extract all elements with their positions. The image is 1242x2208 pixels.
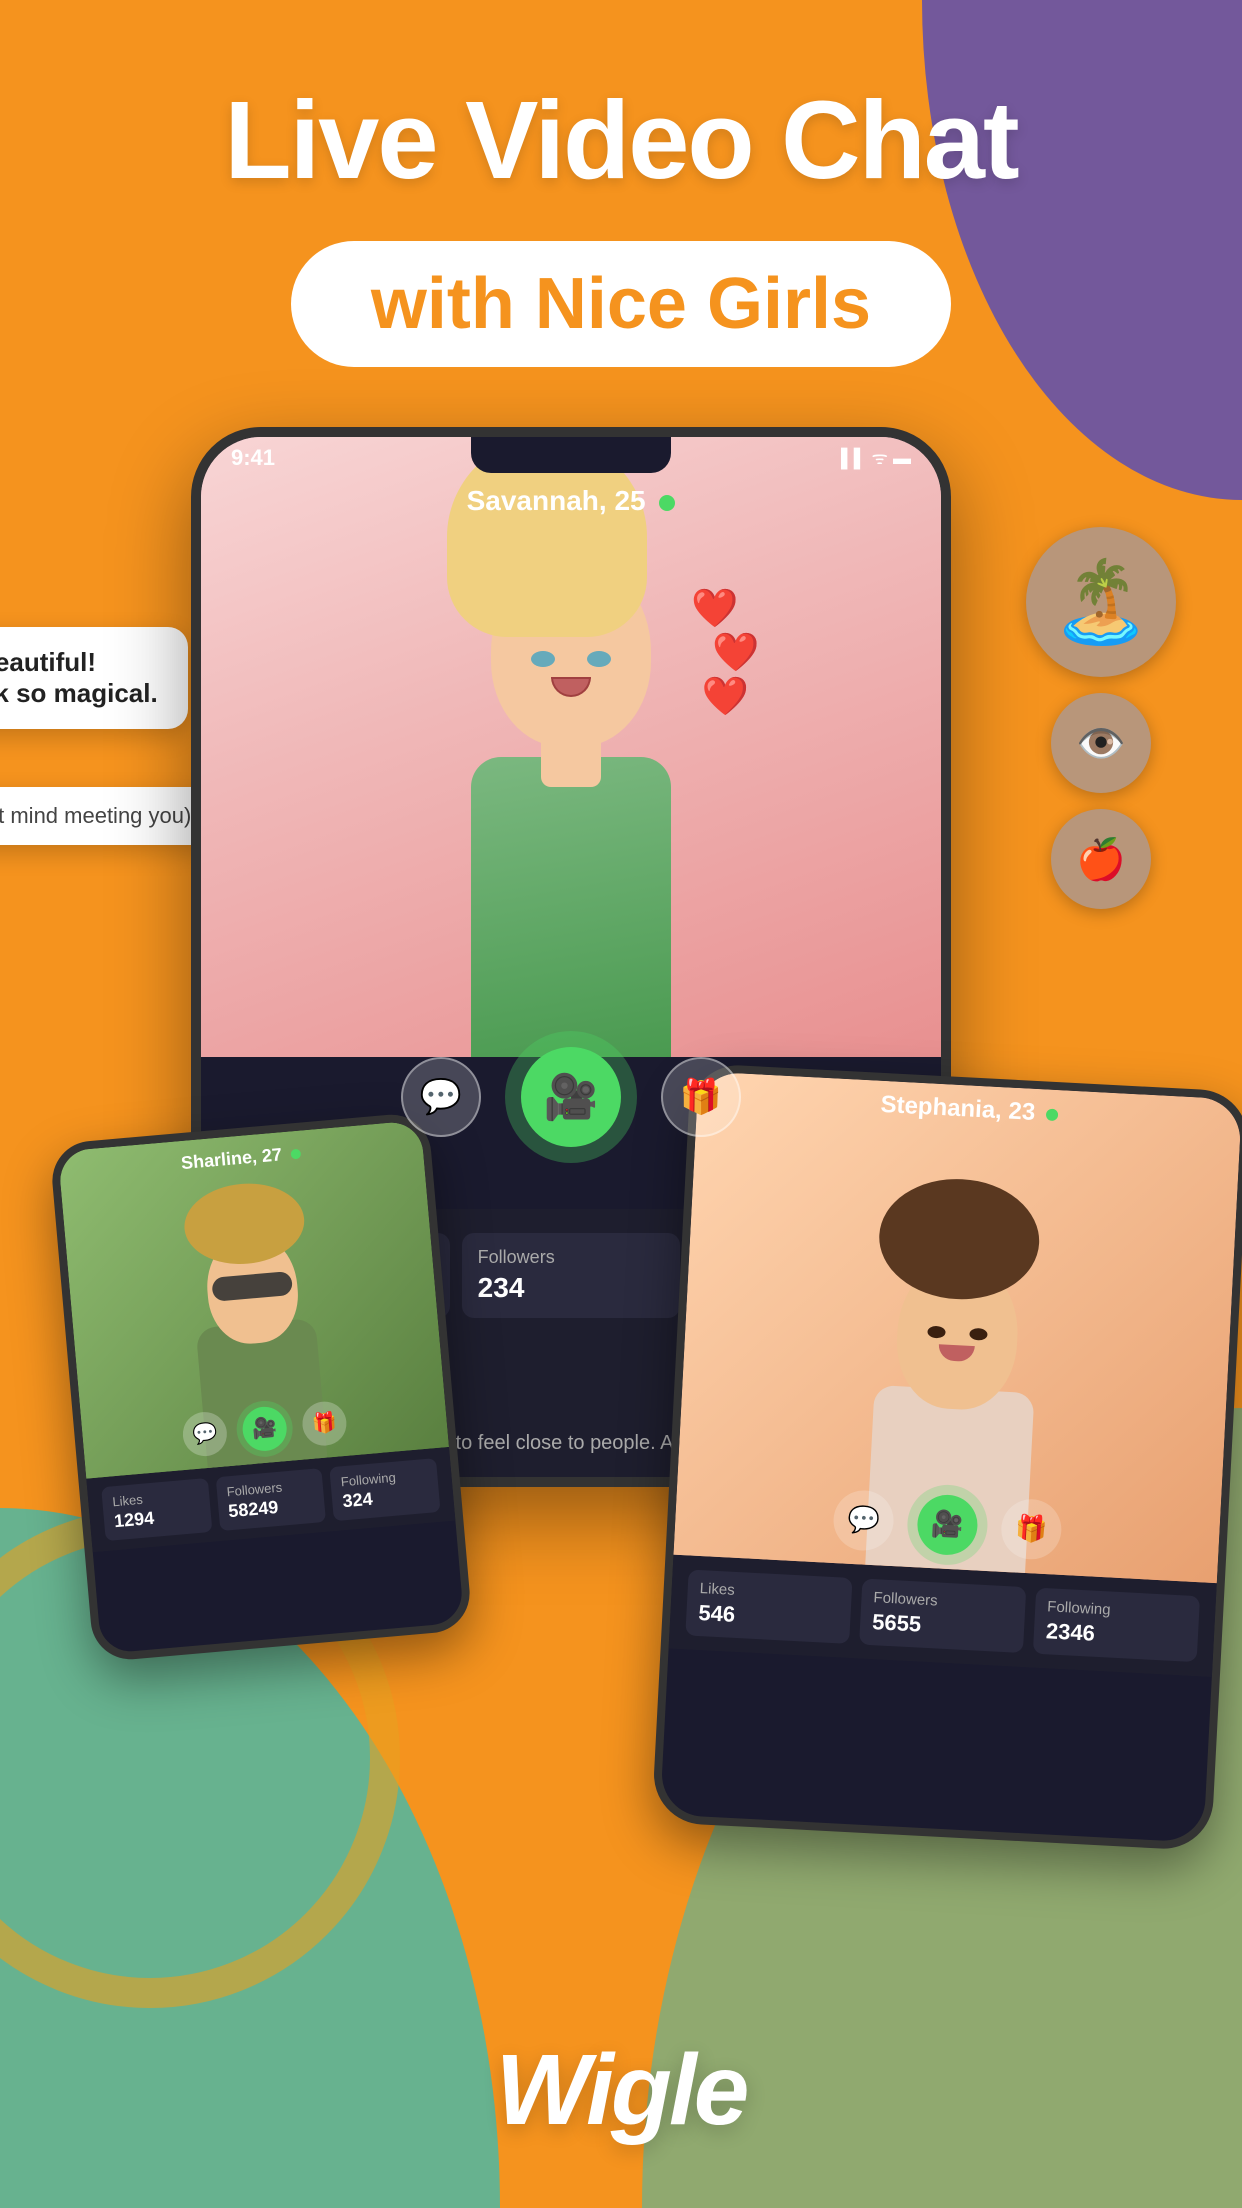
right-gift-btn[interactable]: 🎁 xyxy=(1000,1497,1063,1560)
right-video-area: Stephania, 23 💬 🎥 🎁 xyxy=(674,1071,1242,1582)
subtitle-pill: with Nice Girls xyxy=(291,241,951,367)
stat-followers: Followers 234 xyxy=(462,1233,681,1318)
chat-line-1: Hello, beautiful! xyxy=(0,647,158,678)
right-stat-following: Following 2346 xyxy=(1033,1587,1200,1661)
right-video-btn[interactable]: 🎥 xyxy=(916,1493,979,1556)
left-video-btn[interactable]: 🎥 xyxy=(241,1405,289,1453)
main-user-name: Savannah, 25 xyxy=(201,485,941,517)
online-indicator xyxy=(659,495,675,511)
status-time: 9:41 xyxy=(231,445,275,471)
stat-followers-label: Followers xyxy=(478,1247,665,1268)
main-video-area xyxy=(201,437,941,1057)
left-stat-likes: Likes 1294 xyxy=(101,1478,212,1541)
phone-secondary-left: Sharline, 27 💬 🎥 🎁 Likes 1294 Followe xyxy=(49,1111,473,1662)
stat-followers-value: 234 xyxy=(478,1272,665,1304)
sticker-apple: 🍎 xyxy=(1051,809,1151,909)
page-title: Live Video Chat xyxy=(224,80,1017,201)
subtitle-text: with Nice Girls xyxy=(371,264,871,344)
chat-button[interactable]: 💬 xyxy=(401,1057,481,1137)
right-chat-btn[interactable]: 💬 xyxy=(832,1489,895,1552)
app-logo: Wigle xyxy=(496,2033,747,2148)
phone-secondary-right: Stephania, 23 💬 🎥 🎁 Likes 546 Followe xyxy=(651,1063,1242,1851)
left-stat-followers: Followers 58249 xyxy=(215,1468,326,1531)
gift-button[interactable]: 🎁 xyxy=(661,1057,741,1137)
status-bar: 9:41 ▌▌ ᯤ ▬ xyxy=(231,445,911,471)
video-button[interactable]: 🎥 xyxy=(521,1047,621,1147)
logo-text: Wigle xyxy=(496,2034,747,2146)
left-stat-following: Following 324 xyxy=(330,1458,441,1521)
left-gift-btn[interactable]: 🎁 xyxy=(301,1399,349,1447)
chat-line-3: I don't mind meeting you) xyxy=(0,803,191,829)
status-icons: ▌▌ ᯤ ▬ xyxy=(841,446,911,470)
right-stat-likes: Likes 546 xyxy=(685,1569,852,1643)
chat-bubble-2: I don't mind meeting you) xyxy=(0,787,215,845)
phones-container: Hello, beautiful! You look so magical. I… xyxy=(71,427,1171,1907)
action-buttons: 💬 🎥 🎁 xyxy=(201,1047,941,1147)
chat-bubble-1: Hello, beautiful! You look so magical. xyxy=(0,627,188,729)
right-stat-followers: Followers 5655 xyxy=(859,1578,1026,1652)
sticker-area: 🏝️ 👁️ 🍎 xyxy=(901,527,1242,909)
left-chat-btn[interactable]: 💬 xyxy=(181,1410,229,1458)
chat-line-2: You look so magical. xyxy=(0,678,158,709)
sticker-lashes: 👁️ xyxy=(1051,693,1151,793)
sticker-island: 🏝️ xyxy=(1026,527,1176,677)
left-video-area: Sharline, 27 💬 🎥 🎁 xyxy=(58,1120,449,1478)
